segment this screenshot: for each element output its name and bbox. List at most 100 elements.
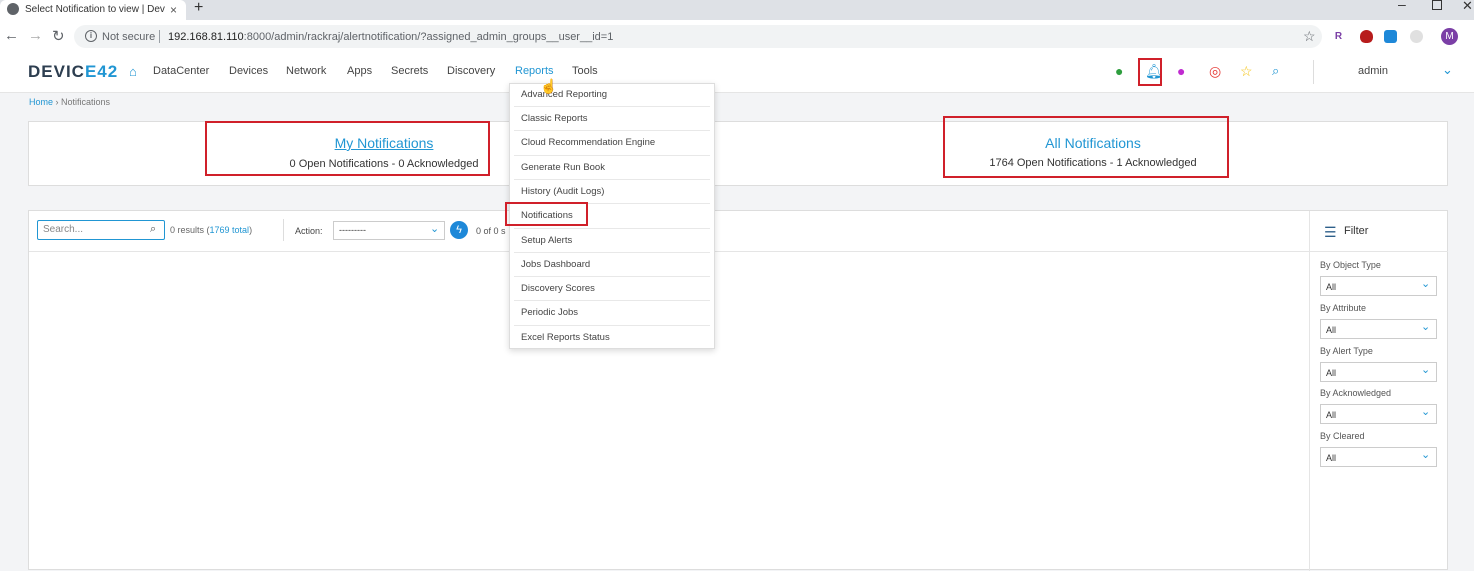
filter-attribute-value: All xyxy=(1326,325,1337,335)
nav-reports[interactable]: Reports xyxy=(515,65,554,77)
chevron-down-icon[interactable]: ⌄ xyxy=(1442,62,1453,78)
breadcrumb-current: Notifications xyxy=(61,97,111,107)
filter-acknowledged-select[interactable] xyxy=(1320,404,1437,424)
not-secure-label: Not secure xyxy=(102,31,156,43)
back-icon[interactable]: ← xyxy=(4,27,19,44)
menu-divider xyxy=(514,300,710,301)
reload-icon[interactable]: ↻ xyxy=(52,27,65,45)
chevron-down-icon[interactable]: ⌄ xyxy=(430,222,439,235)
device42-logo[interactable]: DEVICE42 xyxy=(28,62,118,82)
globe-icon[interactable]: ● xyxy=(1115,63,1123,79)
globe-icon xyxy=(7,3,19,15)
results-total-link[interactable]: 1769 total xyxy=(210,225,250,235)
chevron-down-icon[interactable]: ⌄ xyxy=(1421,320,1430,333)
lifebuoy-icon[interactable]: ◎ xyxy=(1209,63,1221,80)
minimize-icon[interactable]: – xyxy=(1398,0,1406,12)
url-path: :8000/admin/rackraj/alertnotification/?a… xyxy=(243,31,614,43)
home-icon[interactable]: ⌂ xyxy=(129,64,137,79)
menu-item-discovery-scores[interactable]: Discovery Scores xyxy=(521,283,595,294)
filter-cleared-select[interactable] xyxy=(1320,447,1437,467)
forward-icon[interactable]: → xyxy=(28,27,43,44)
results-count: 0 results (1769 total) xyxy=(170,225,252,235)
my-notifications-highlight xyxy=(205,121,490,176)
filter-attribute-select[interactable] xyxy=(1320,319,1437,339)
header-divider xyxy=(1313,60,1314,84)
menu-item-setup-alerts[interactable]: Setup Alerts xyxy=(521,235,572,246)
bookmark-star-icon[interactable]: ☆ xyxy=(1303,28,1316,45)
results-prefix: 0 results ( xyxy=(170,225,210,235)
action-select-value: --------- xyxy=(339,225,366,235)
star-icon[interactable]: ☆ xyxy=(1240,63,1253,80)
restore-icon[interactable] xyxy=(1432,0,1442,10)
close-window-icon[interactable]: ✕ xyxy=(1462,0,1473,14)
extension-r-icon[interactable]: R xyxy=(1332,30,1345,43)
filter-icon[interactable]: ☰ xyxy=(1324,224,1337,241)
search-placeholder: Search... xyxy=(43,224,84,235)
filter-divider xyxy=(1309,211,1310,571)
new-tab-button[interactable]: + xyxy=(194,0,203,17)
filter-cleared-value: All xyxy=(1326,453,1337,463)
all-notifications-highlight xyxy=(943,116,1229,178)
toolbar-separator xyxy=(283,219,284,241)
filter-attribute-label: By Attribute xyxy=(1320,303,1367,313)
nav-network[interactable]: Network xyxy=(286,65,326,77)
filter-alert-type-select[interactable] xyxy=(1320,362,1437,382)
nav-discovery[interactable]: Discovery xyxy=(447,65,495,77)
user-menu[interactable]: admin xyxy=(1358,65,1388,77)
results-suffix: ) xyxy=(249,225,253,235)
logo-text-b: E42 xyxy=(84,62,119,81)
nav-devices[interactable]: Devices xyxy=(229,65,268,77)
search-icon[interactable]: ⌕ xyxy=(150,223,156,236)
menu-divider xyxy=(514,130,710,131)
search-icon[interactable]: ⌕ xyxy=(1272,63,1279,79)
menu-item-history-audit-logs[interactable]: History (Audit Logs) xyxy=(521,186,604,197)
filter-title[interactable]: Filter xyxy=(1344,225,1368,237)
profile-avatar[interactable]: M xyxy=(1441,28,1458,45)
menu-divider xyxy=(514,228,710,229)
chevron-down-icon[interactable]: ⌄ xyxy=(1421,363,1430,376)
pointer-cursor-icon: ☝ xyxy=(540,78,558,94)
menu-item-generate-run-book[interactable]: Generate Run Book xyxy=(521,162,605,173)
extension-window-icon[interactable] xyxy=(1384,30,1397,43)
filter-alert-type-label: By Alert Type xyxy=(1320,346,1373,356)
chevron-down-icon[interactable]: ⌄ xyxy=(1421,277,1430,290)
filter-object-type-label: By Object Type xyxy=(1320,260,1381,270)
tab-close-icon[interactable]: × xyxy=(170,0,177,20)
menu-divider xyxy=(514,252,710,253)
breadcrumb-separator: › xyxy=(53,97,62,107)
nav-datacenter[interactable]: DataCenter xyxy=(153,65,209,77)
filter-acknowledged-value: All xyxy=(1326,410,1337,420)
tab-title: Select Notification to view | Devi xyxy=(25,4,165,15)
action-label: Action: xyxy=(295,226,323,236)
filter-acknowledged-label: By Acknowledged xyxy=(1320,388,1392,398)
notifications-list-panel xyxy=(28,210,1448,570)
filter-cleared-label: By Cleared xyxy=(1320,431,1365,441)
nav-tools[interactable]: Tools xyxy=(572,65,598,77)
info-icon[interactable]: i xyxy=(85,30,97,42)
breadcrumb: Home › Notifications xyxy=(29,97,110,107)
bell-highlight-box xyxy=(1138,58,1162,86)
url-text[interactable]: 192.168.81.110:8000/admin/rackraj/alertn… xyxy=(168,31,613,43)
menu-item-jobs-dashboard[interactable]: Jobs Dashboard xyxy=(521,259,590,270)
menu-item-periodic-jobs[interactable]: Periodic Jobs xyxy=(521,307,578,318)
notifications-menu-highlight xyxy=(505,202,588,226)
filter-alert-type-value: All xyxy=(1326,368,1337,378)
menu-item-advanced-reporting[interactable]: Advanced Reporting xyxy=(521,89,607,100)
menu-item-excel-reports-status[interactable]: Excel Reports Status xyxy=(521,332,610,343)
nav-apps[interactable]: Apps xyxy=(347,65,372,77)
run-action-button[interactable]: ϟ xyxy=(450,221,468,239)
menu-item-cloud-recommendation-engine[interactable]: Cloud Recommendation Engine xyxy=(521,137,655,148)
browser-tab[interactable]: Select Notification to view | Devi × xyxy=(0,0,186,20)
filter-object-type-value: All xyxy=(1326,282,1337,292)
chevron-down-icon[interactable]: ⌄ xyxy=(1421,448,1430,461)
extension-shield-icon[interactable] xyxy=(1360,30,1373,43)
menu-divider xyxy=(514,106,710,107)
breadcrumb-home[interactable]: Home xyxy=(29,97,53,107)
nav-secrets[interactable]: Secrets xyxy=(391,65,428,77)
menu-item-classic-reports[interactable]: Classic Reports xyxy=(521,113,588,124)
menu-divider xyxy=(514,155,710,156)
extension-circle-icon[interactable] xyxy=(1410,30,1423,43)
chevron-down-icon[interactable]: ⌄ xyxy=(1421,405,1430,418)
palette-icon[interactable]: ● xyxy=(1177,63,1185,79)
filter-object-type-select[interactable] xyxy=(1320,276,1437,296)
